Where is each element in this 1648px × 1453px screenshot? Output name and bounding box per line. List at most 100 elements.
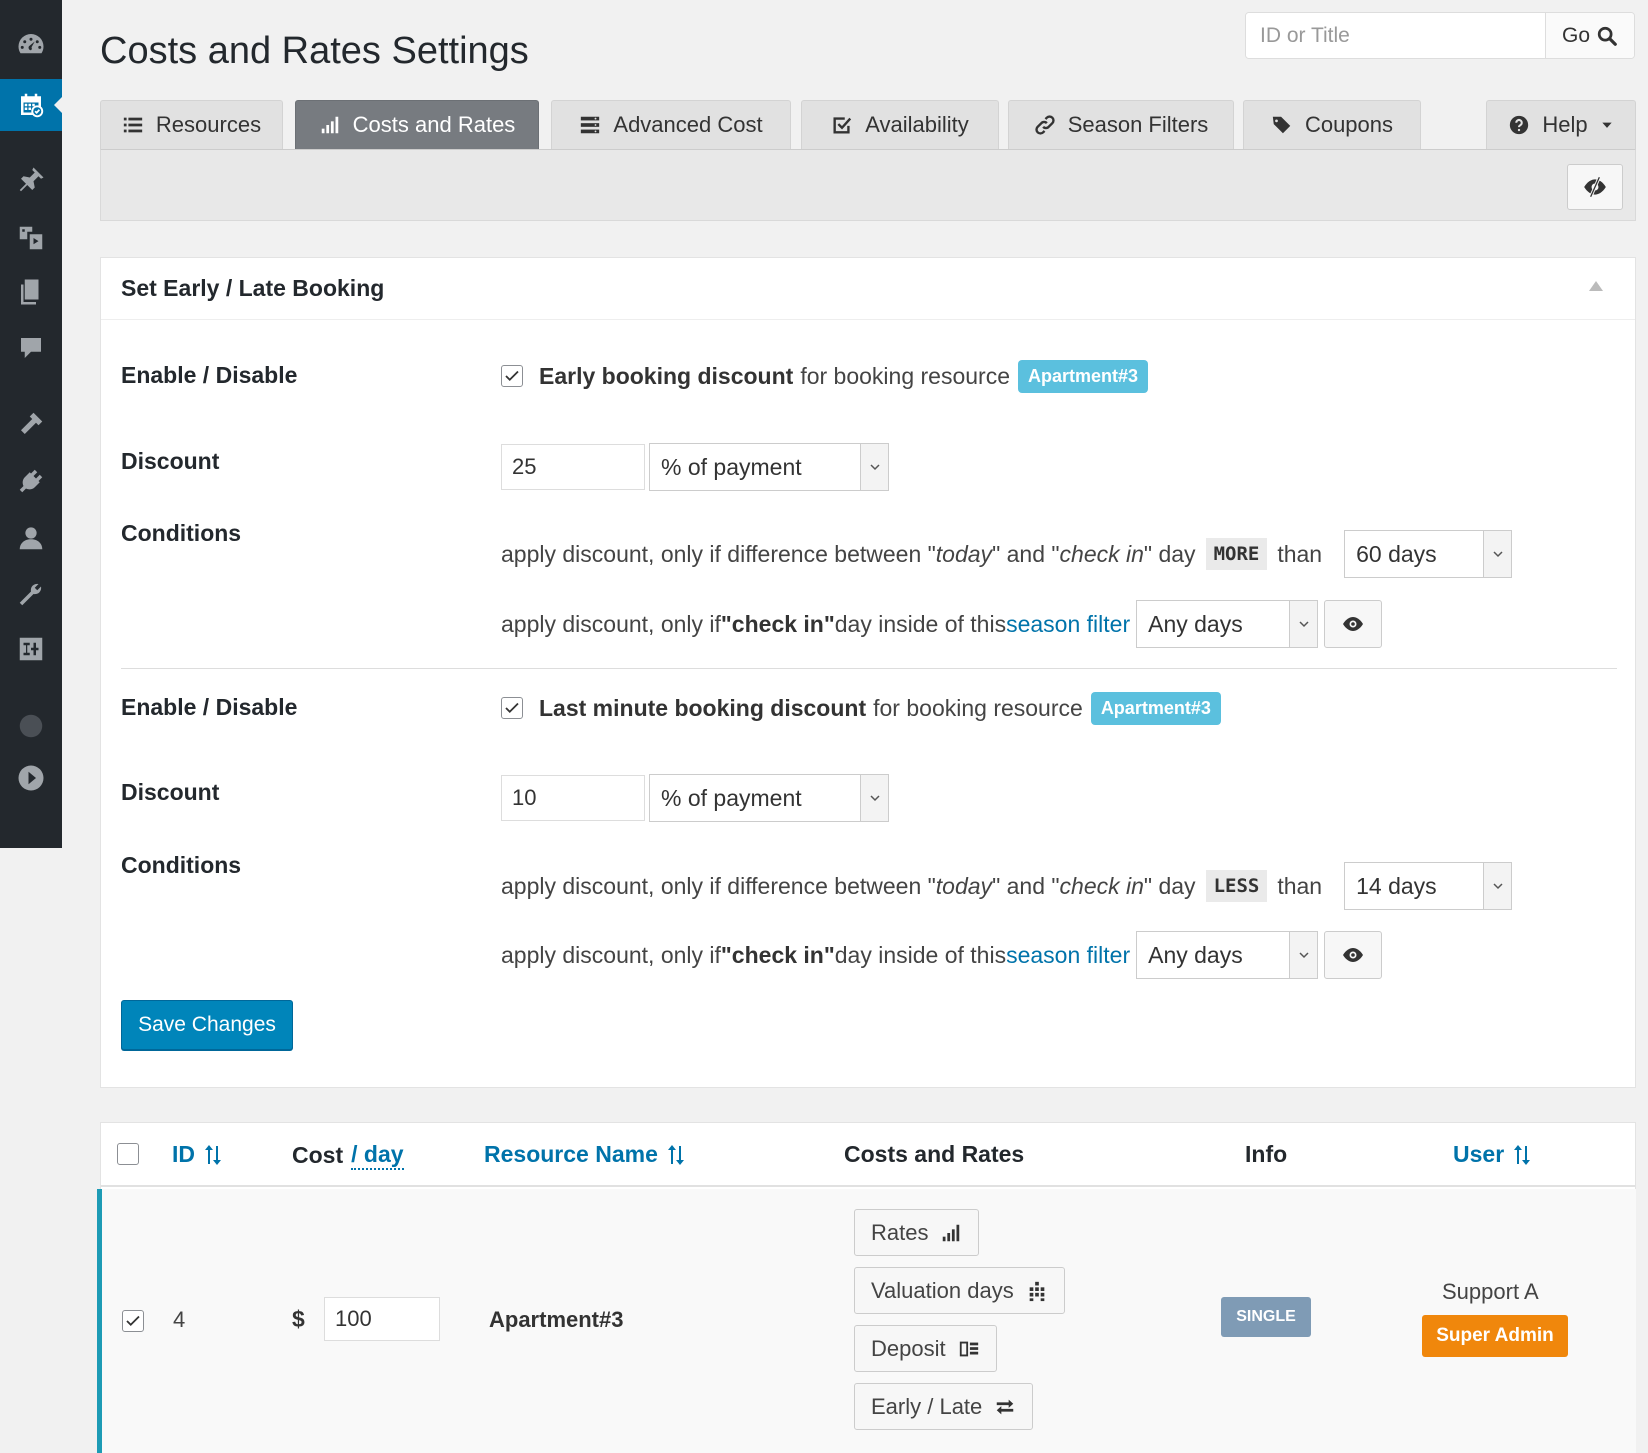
tab-advanced-cost[interactable]: Advanced Cost [551,100,791,149]
late-enable-row: Last minute booking discount for booking… [501,688,1221,728]
search-input[interactable] [1246,13,1545,58]
select-value: Any days [1148,941,1243,968]
pin-icon[interactable] [0,154,62,206]
checkmark-icon [505,370,519,382]
early-discount-name: Early booking discount [539,362,794,389]
settings-sliders-icon[interactable] [0,623,62,675]
late-discount-row: % of payment [501,774,889,822]
row-resource-name: Apartment#3 [489,1307,624,1332]
cond-suffix: " day [1143,540,1196,567]
early-operator-tag: MORE [1205,538,1268,570]
tab-resources[interactable]: Resources [100,100,283,149]
toggle-visibility-button[interactable] [1567,164,1623,210]
save-changes-button[interactable]: Save Changes [121,1000,293,1050]
stack-icon [581,116,600,134]
early-enable-checkbox[interactable] [501,365,523,387]
header-user[interactable]: User [1453,1141,1532,1168]
valuation-days-button[interactable]: Valuation days [854,1267,1065,1314]
table-row: 4 $ Apartment#3 Rates Valuation days Dep… [97,1189,1636,1453]
collapse-arrow-icon[interactable] [1589,281,1603,291]
grid-icon [1029,1281,1045,1301]
user-role-badge: Super Admin [1422,1315,1568,1357]
early-condition-2: apply discount, only if "check in" day i… [501,600,1383,648]
chevron-down-icon [1483,863,1512,909]
tab-availability[interactable]: Availability [801,100,999,149]
caret-down-icon [1601,122,1612,128]
early-discount-row: % of payment [501,443,889,491]
tab-label: Season Filters [1067,112,1209,137]
tab-label: Resources [155,112,262,137]
tab-label: Costs and Rates [352,112,516,137]
rates-button[interactable]: Rates [854,1209,980,1256]
cond2-prefix: apply discount, only if [501,610,721,637]
header-resource-name[interactable]: Resource Name [484,1141,686,1168]
early-late-booking-panel: Set Early / Late Booking Enable / Disabl… [100,257,1636,1088]
question-circle-icon [1510,115,1529,135]
header-id[interactable]: ID [172,1141,223,1168]
tab-costs-and-rates[interactable]: Costs and Rates [295,100,539,149]
booking-calendar-icon[interactable] [0,79,62,131]
globe-icon[interactable] [0,700,62,752]
early-preview-button[interactable] [1324,600,1383,648]
comments-icon[interactable] [0,322,62,374]
select-all-checkbox[interactable] [117,1143,139,1165]
go-button[interactable]: Go [1545,13,1634,58]
tab-coupons[interactable]: Coupons [1243,100,1421,149]
early-late-button[interactable]: Early / Late [854,1383,1034,1430]
cond-checkin: check in [1059,540,1144,567]
deposit-icon [959,1341,978,1356]
cond2-mid: day inside of this [834,610,1007,637]
button-label: Early / Late [871,1393,983,1419]
header-label: Cost [292,1142,344,1168]
cond-prefix: apply discount, only if difference betwe… [501,872,936,899]
deposit-button[interactable]: Deposit [854,1325,997,1372]
tags-icon [1272,116,1291,134]
early-discount-label: Discount [121,448,220,474]
late-discount-label: Discount [121,779,220,805]
early-conditions-label: Conditions [121,520,242,546]
tab-help[interactable]: Help [1486,100,1636,149]
early-discount-input[interactable] [501,444,645,490]
header-label: ID [172,1141,195,1167]
late-operator-tag: LESS [1205,870,1268,902]
panel-header[interactable]: Set Early / Late Booking [101,258,1635,320]
cond2-checkin: "check in" [720,610,835,637]
early-season-filter-select[interactable]: Any days [1136,600,1319,648]
bar-chart-icon [943,1224,960,1241]
button-label: Deposit [871,1335,946,1361]
resource-type-badge: SINGLE [1221,1297,1311,1337]
search-icon [1597,26,1617,46]
appearance-icon[interactable] [0,398,62,450]
per-day-toggle[interactable]: / day [351,1141,404,1170]
late-enable-checkbox[interactable] [501,697,523,719]
cond-than: than [1277,540,1323,567]
pages-icon[interactable] [0,266,62,318]
select-value: Any days [1148,610,1243,637]
users-icon[interactable] [0,512,62,564]
row-checkbox[interactable] [122,1310,144,1332]
late-season-filter-select[interactable]: Any days [1136,931,1319,979]
header-label: Resource Name [484,1141,658,1167]
tab-label: Availability [865,112,969,137]
tab-season-filters[interactable]: Season Filters [1008,100,1234,149]
admin-sidebar [0,0,62,848]
early-enable-label: Enable / Disable [121,362,298,388]
late-preview-button[interactable] [1324,931,1383,979]
early-discount-type-select[interactable]: % of payment [649,443,889,491]
late-for-text: for booking resource [873,694,1083,721]
early-days-select[interactable]: 60 days [1344,530,1513,578]
cond2-prefix: apply discount, only if [501,941,721,968]
dashboard-icon[interactable] [0,18,62,70]
tools-icon[interactable] [0,568,62,620]
collapse-menu-icon[interactable] [0,752,62,804]
cond-today: today [935,540,993,567]
row-cost-input[interactable] [324,1297,440,1341]
media-icon[interactable] [0,212,62,264]
plugins-icon[interactable] [0,455,62,507]
late-days-select[interactable]: 14 days [1344,862,1513,910]
late-discount-input[interactable] [501,775,645,821]
late-discount-type-select[interactable]: % of payment [649,774,889,822]
season-filter-link[interactable]: season filter [1006,611,1130,638]
late-conditions-label: Conditions [121,852,242,878]
season-filter-link[interactable]: season filter [1006,942,1130,969]
